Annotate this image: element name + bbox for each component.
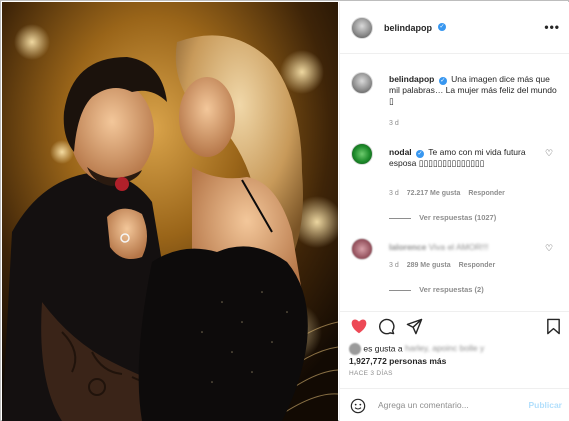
comment-like-heart-icon[interactable]: ♡: [545, 148, 553, 159]
caption-time: 3 d: [389, 120, 399, 127]
comment-emoji: ▯▯▯▯▯▯▯▯▯▯▯▯▯▯: [418, 158, 485, 168]
verified-badge-icon: ✓: [416, 150, 425, 158]
reply-button[interactable]: Responder: [459, 262, 496, 269]
comment-avatar-nodal[interactable]: [351, 143, 373, 165]
like-heart-icon[interactable]: [350, 318, 368, 334]
post-photo[interactable]: [2, 2, 338, 421]
more-options-icon[interactable]: •••: [544, 20, 560, 34]
post-photo-illustration: [2, 2, 338, 421]
likes-names[interactable]: harley, apoinc bolle y: [405, 343, 484, 353]
replies-divider: [389, 289, 411, 291]
view-replies-label: Ver respuestas (1027): [419, 213, 497, 222]
post-header: belindapop ✓ •••: [340, 2, 569, 54]
comment-likes[interactable]: 289 Me gusta: [407, 262, 451, 269]
comment-icon[interactable]: [378, 318, 395, 335]
comment-avatar[interactable]: [351, 238, 373, 260]
replies-divider: [389, 217, 411, 219]
caption: belindapop ✓ Una imagen dice más que mil…: [389, 74, 559, 107]
add-comment-input[interactable]: Agrega un comentario...: [378, 400, 469, 410]
likes-prefix: es gusta a: [363, 343, 403, 354]
caption-avatar[interactable]: [351, 72, 373, 94]
comment-text: Viva el AMOR!!!: [428, 242, 489, 252]
comment-time: 3 d: [389, 262, 399, 269]
add-comment-bar: Agrega un comentario... Publicar: [340, 388, 569, 421]
save-bookmark-icon[interactable]: [546, 318, 561, 335]
post-date: HACE 3 DÍAS: [349, 370, 393, 377]
author-avatar[interactable]: [351, 17, 373, 39]
comment-username[interactable]: lalorence: [389, 242, 426, 252]
comment-time: 3 d: [389, 190, 399, 197]
verified-badge-icon: ✓: [438, 77, 447, 85]
liker-avatar[interactable]: [349, 343, 361, 355]
likes-count[interactable]: 1,927,772 personas más: [349, 356, 446, 366]
reply-button[interactable]: Responder: [468, 190, 505, 197]
caption-username[interactable]: belindapop: [389, 74, 434, 84]
view-replies-link[interactable]: Ver respuestas (2): [389, 285, 484, 294]
comment-like-heart-icon[interactable]: ♡: [545, 243, 553, 254]
comment-nodal: nodal ✓ Te amo con mi vida futura esposa…: [389, 147, 549, 169]
comment-likes[interactable]: 72.217 Me gusta: [407, 190, 461, 197]
verified-badge-icon: ✓: [438, 23, 446, 31]
author-username[interactable]: belindapop: [384, 23, 432, 33]
publish-button[interactable]: Publicar: [528, 400, 562, 410]
likes-first-line: es gusta a harley, apoinc bolle y: [349, 343, 484, 355]
instagram-post-window: belindapop ✓ ••• belindapop ✓ Una imagen…: [0, 0, 569, 421]
comment-blurred: lalorence Viva el AMOR!!!: [389, 242, 549, 253]
comment-meta: 3 d 72.217 Me gusta Responder: [389, 190, 505, 197]
emoji-icon[interactable]: [350, 398, 366, 414]
view-replies-link[interactable]: Ver respuestas (1027): [389, 213, 496, 222]
comment-username[interactable]: nodal: [389, 147, 412, 157]
view-replies-label: Ver respuestas (2): [419, 285, 484, 294]
caption-emoji: ▯: [389, 96, 394, 106]
share-icon[interactable]: [406, 318, 423, 335]
post-details-panel: belindapop ✓ ••• belindapop ✓ Una imagen…: [339, 2, 569, 421]
comment-meta: 3 d 289 Me gusta Responder: [389, 262, 495, 269]
post-actions-bar: [340, 311, 569, 341]
